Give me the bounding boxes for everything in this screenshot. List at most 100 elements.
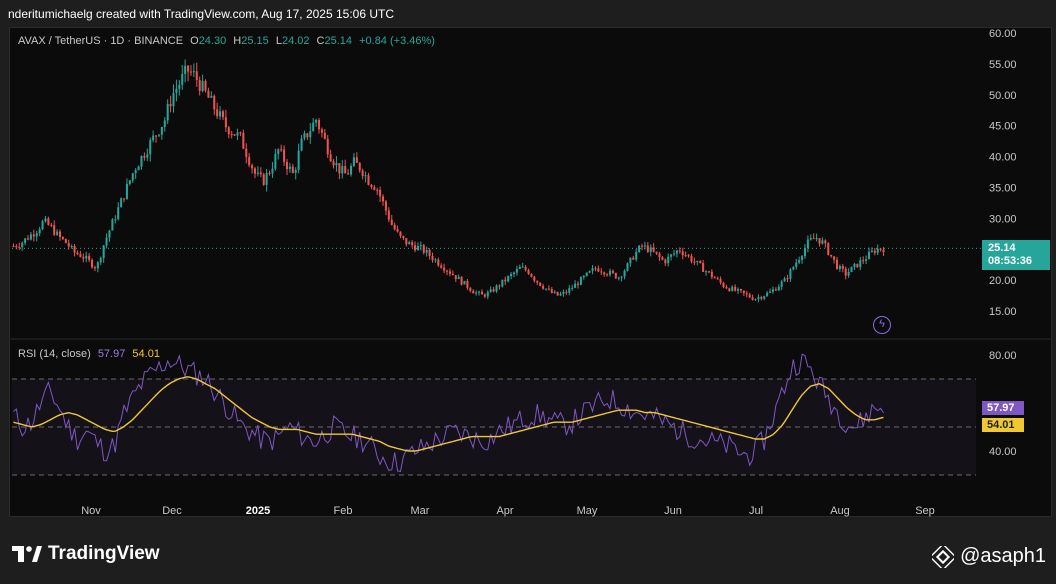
candle-body [428,249,431,257]
candle-body [574,283,577,288]
candle-body [629,257,632,264]
candle-body [783,278,786,282]
candle-body [431,256,434,261]
candle-body [480,291,483,295]
candle-body [539,282,542,286]
candle-body [550,289,553,293]
candle-body [510,274,513,277]
candle-body [719,278,722,283]
price-chart[interactable]: 60.0055.0050.0045.0040.0035.0030.0025.00… [0,0,1056,584]
candle-body [64,238,67,243]
candle-body [879,248,882,250]
candle-body [169,104,172,107]
candle-body [617,277,620,279]
candle-body [492,289,495,292]
candle-body [143,155,146,158]
candle-body [731,286,734,291]
candle-body [416,245,419,251]
candle-body [96,262,99,269]
candle-body [751,297,754,300]
candle-body [44,218,47,222]
candle-body [766,292,769,297]
candle-body [221,111,224,118]
candle-body [140,155,143,167]
candle-body [862,260,865,262]
candle-body [626,263,629,271]
time-axis-label: Jun [664,505,682,517]
candle-body [850,266,853,273]
candle-body [213,95,216,110]
candle-body [408,242,411,245]
candle-body [108,230,111,238]
candle-body [160,126,163,135]
candle-body [559,293,562,296]
candle-body [594,268,597,270]
candle-body [515,268,518,273]
candle-body [489,289,492,292]
candle-body [152,135,155,141]
candle-body [344,166,347,174]
candle-body [838,265,841,269]
candle-body [702,263,705,272]
candle-body [262,174,265,185]
candle-body [134,170,137,174]
candle-body [725,286,728,289]
candle-body [88,255,91,260]
candle-body [547,288,550,290]
candle-body [251,165,254,169]
candle-body [149,140,152,155]
candle-body [614,272,617,279]
price-axis-tick: 60.00 [989,28,1017,40]
candle-body [376,189,379,191]
candle-body [242,132,245,149]
candle-body [658,253,661,258]
candle-body [757,297,760,300]
candle-body [285,161,289,170]
last-price: 25.14 [988,242,1016,254]
last-price-tag: 25.14 08:53:36 [982,240,1050,270]
candle-body [338,163,341,174]
candle-body [332,161,335,166]
candle-body [536,280,539,283]
symbol-legend[interactable]: AVAX / TetherUS · 1D · BINANCE O24.30 H2… [18,35,435,47]
low-value: 24.02 [281,35,310,47]
candle-body [873,250,876,253]
candle-body [446,270,449,272]
candle-body [533,276,536,281]
symbol-label[interactable]: AVAX / TetherUS · 1D · BINANCE [18,35,183,47]
candle-body [85,255,88,259]
candle-body [472,290,475,294]
candle-body [175,88,178,93]
candle-body [608,270,612,275]
candle-body [15,246,18,248]
candle-body [146,154,149,158]
candle-body [323,132,326,139]
candle-body [716,278,719,280]
candle-body [198,80,201,92]
candle-body [347,173,350,175]
candle-body [61,236,64,239]
candle-body [742,290,745,294]
candle-body [297,150,300,170]
rsi-label[interactable]: RSI (14, close) [18,348,91,360]
lightning-icon[interactable]: ϟ [873,316,891,334]
candle-body [393,224,396,230]
candle-body [801,256,804,260]
candle-body [178,84,181,89]
candle-body [283,149,286,162]
candle-body [349,165,353,175]
candle-body [512,272,515,275]
rsi-legend[interactable]: RSI (14, close) 57.97 54.01 [18,348,160,360]
candle-body [163,120,166,127]
candle-body [440,265,443,268]
candle-body [259,172,262,175]
candle-body [841,265,844,269]
candle-body [856,263,859,268]
candle-body [58,231,62,237]
price-axis-tick: 45.00 [989,121,1017,133]
candle-body [687,255,690,257]
candle-body [117,207,120,220]
candle-body [219,111,222,117]
candle-body [422,245,425,253]
candle-body [181,73,184,85]
